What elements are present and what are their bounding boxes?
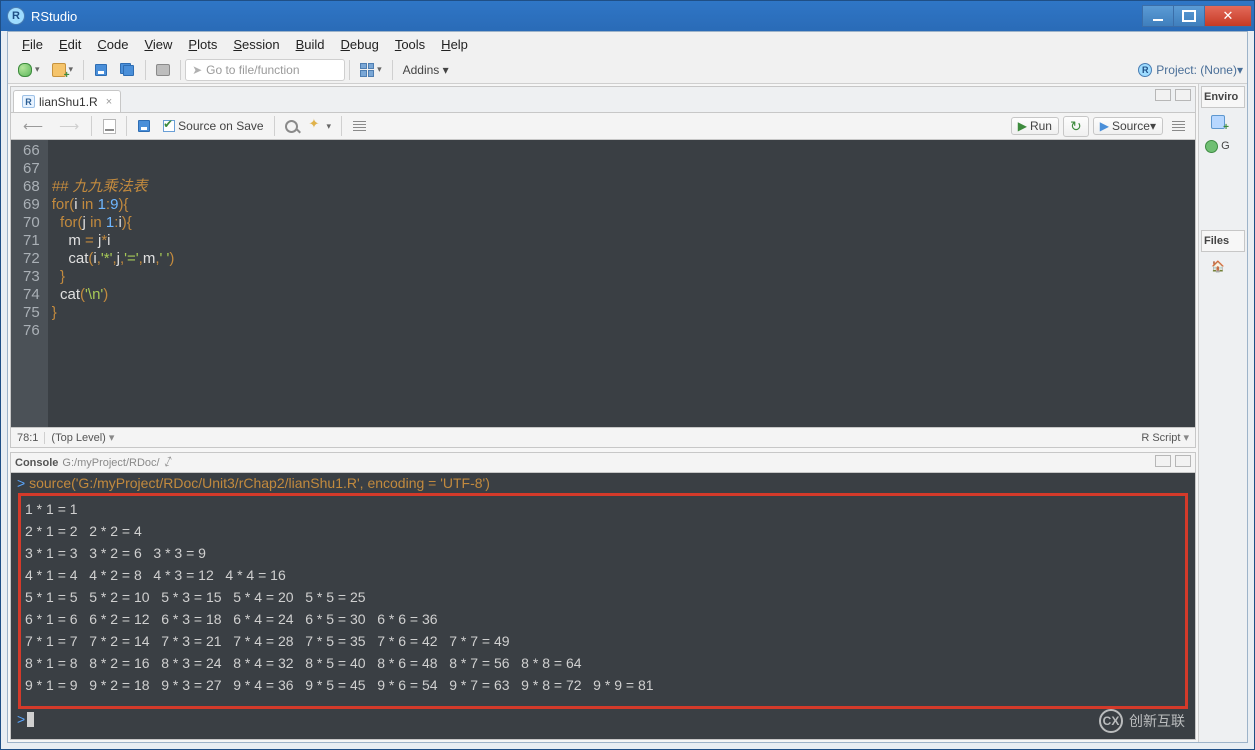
- console-path: G:/myProject/RDoc/: [62, 457, 159, 469]
- save-script-button[interactable]: [132, 115, 156, 137]
- file-tab-name: lianShu1.R: [39, 95, 98, 109]
- separator: [349, 60, 350, 80]
- cursor: [27, 712, 34, 727]
- left-column: R lianShu1.R × ⟵ ⟶: [8, 84, 1199, 742]
- goto-placeholder: Go to file/function: [206, 63, 299, 77]
- project-menu[interactable]: RProject: (None) ▾: [1138, 63, 1243, 77]
- print-button[interactable]: [151, 59, 175, 81]
- console-title: Console: [15, 457, 58, 469]
- popout-icon[interactable]: ⤢: [162, 455, 175, 470]
- show-in-new-window-button[interactable]: [97, 115, 121, 137]
- new-file-button[interactable]: ▾: [13, 59, 45, 81]
- menu-file[interactable]: File: [14, 35, 51, 54]
- inner-frame: FileEditCodeViewPlotsSessionBuildDebugTo…: [7, 31, 1248, 743]
- menu-session[interactable]: Session: [225, 35, 287, 54]
- back-button[interactable]: ⟵: [16, 115, 50, 137]
- goto-file-input[interactable]: ➤Go to file/function: [185, 59, 345, 81]
- minimize-button[interactable]: [1142, 5, 1174, 27]
- save-button[interactable]: [89, 59, 113, 81]
- title-bar[interactable]: R RStudio: [1, 1, 1254, 31]
- console-body[interactable]: > source('G:/myProject/RDoc/Unit3/rChap2…: [11, 473, 1195, 739]
- menu-tools[interactable]: Tools: [387, 35, 433, 54]
- panes-layout-button[interactable]: ▾: [355, 59, 387, 81]
- forward-button[interactable]: ⟶: [52, 115, 86, 137]
- menu-help[interactable]: Help: [433, 35, 476, 54]
- r-file-icon: R: [22, 95, 35, 108]
- source-on-save-checkbox[interactable]: Source on Save: [158, 115, 268, 137]
- outline-button[interactable]: [1166, 115, 1190, 137]
- new-project-button[interactable]: ▾: [47, 59, 79, 81]
- cursor-position: 78:1: [17, 432, 45, 444]
- pane-window-controls: [1155, 89, 1191, 101]
- separator: [126, 116, 127, 136]
- console-prompt: >: [17, 475, 29, 491]
- close-tab-icon[interactable]: ×: [106, 96, 112, 108]
- code-tools-button[interactable]: ▾: [306, 115, 337, 137]
- line-gutter: 6667686970717273747576: [11, 140, 48, 427]
- console-pane: Console G:/myProject/RDoc/ ⤢ > source('G…: [10, 452, 1196, 740]
- separator: [180, 60, 181, 80]
- env-label: G: [1221, 140, 1230, 152]
- menu-bar: FileEditCodeViewPlotsSessionBuildDebugTo…: [8, 32, 1247, 56]
- right-column: Enviro G Files 🏠: [1199, 84, 1247, 742]
- save-all-button[interactable]: [115, 59, 140, 81]
- close-button[interactable]: [1204, 5, 1252, 27]
- window-title: RStudio: [31, 9, 1143, 24]
- window-controls: [1143, 5, 1252, 27]
- maximize-button[interactable]: [1173, 5, 1205, 27]
- source-button[interactable]: ▶Source ▾: [1093, 117, 1163, 135]
- watermark: CX创新互联: [1099, 709, 1185, 733]
- maximize-console-button[interactable]: [1175, 455, 1191, 467]
- scope-selector[interactable]: (Top Level): [51, 431, 114, 444]
- separator: [91, 116, 92, 136]
- output-highlight: 1 * 1 = 1 2 * 1 = 2 2 * 2 = 4 3 * 1 = 3 …: [18, 493, 1188, 709]
- main-area: R lianShu1.R × ⟵ ⟶: [8, 84, 1247, 742]
- console-header: Console G:/myProject/RDoc/ ⤢: [11, 453, 1195, 473]
- find-button[interactable]: [280, 115, 304, 137]
- editor-status-bar: 78:1 (Top Level) R Script: [11, 427, 1195, 447]
- code-area[interactable]: ## 九九乘法表for(i in 1:9){ for(j in 1:i){ m …: [48, 140, 179, 427]
- separator: [145, 60, 146, 80]
- addins-menu[interactable]: Addins ▾: [397, 63, 455, 77]
- editor-toolbar: ⟵ ⟶ Source on Save ▾ ▶Run: [11, 112, 1195, 140]
- rerun-button[interactable]: ↻: [1063, 116, 1089, 137]
- menu-build[interactable]: Build: [288, 35, 333, 54]
- source-pane: R lianShu1.R × ⟵ ⟶: [10, 86, 1196, 448]
- filetype-selector[interactable]: R Script: [1141, 431, 1189, 444]
- separator: [274, 116, 275, 136]
- console-prompt: >: [17, 711, 25, 727]
- file-tab[interactable]: R lianShu1.R ×: [13, 90, 121, 112]
- source-tabs: R lianShu1.R ×: [11, 87, 1195, 112]
- compile-report-button[interactable]: [347, 115, 371, 137]
- import-button[interactable]: [1206, 111, 1230, 133]
- separator: [83, 60, 84, 80]
- menu-plots[interactable]: Plots: [180, 35, 225, 54]
- menu-view[interactable]: View: [136, 35, 180, 54]
- app-icon: R: [7, 7, 25, 25]
- menu-edit[interactable]: Edit: [51, 35, 89, 54]
- global-env-icon[interactable]: [1205, 140, 1218, 153]
- main-toolbar: ▾ ▾ ➤Go to file/function ▾ Addins ▾ RPro…: [8, 56, 1247, 84]
- environment-tab[interactable]: Enviro: [1201, 86, 1245, 108]
- app-window: R RStudio FileEditCodeViewPlotsSessionBu…: [0, 0, 1255, 750]
- code-editor[interactable]: 6667686970717273747576 ## 九九乘法表for(i in …: [11, 140, 1195, 427]
- home-button[interactable]: 🏠: [1206, 255, 1230, 277]
- menu-code[interactable]: Code: [89, 35, 136, 54]
- separator: [392, 60, 393, 80]
- maximize-pane-button[interactable]: [1175, 89, 1191, 101]
- menu-debug[interactable]: Debug: [333, 35, 387, 54]
- run-button[interactable]: ▶Run: [1011, 117, 1059, 135]
- console-window-controls: [1155, 455, 1191, 467]
- minimize-console-button[interactable]: [1155, 455, 1171, 467]
- console-command: source('G:/myProject/RDoc/Unit3/rChap2/l…: [29, 475, 490, 491]
- minimize-pane-button[interactable]: [1155, 89, 1171, 101]
- files-tab[interactable]: Files: [1201, 230, 1245, 252]
- separator: [341, 116, 342, 136]
